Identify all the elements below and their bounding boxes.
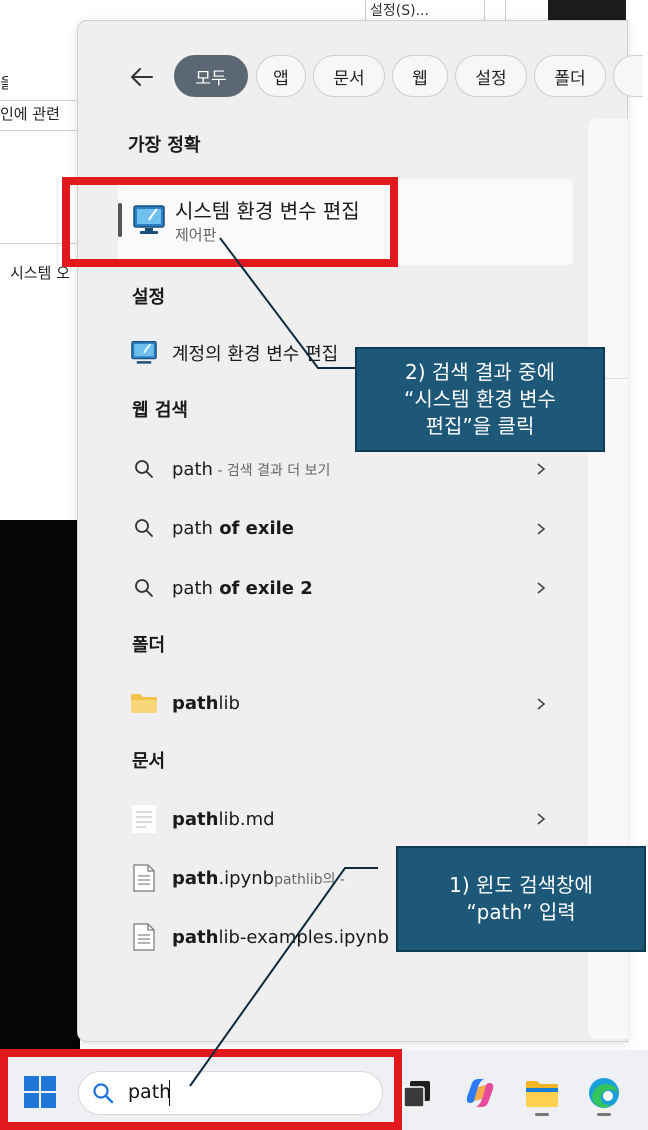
web-result-bold: of exile: [212, 517, 295, 539]
document-result-rest: lib-examples.ipynb: [218, 926, 389, 948]
folder-result-rest: lib: [218, 692, 240, 714]
folder-result-row[interactable]: pathlib: [128, 683, 558, 723]
background-text-fragment: 을: [0, 74, 8, 92]
chevron-right-icon[interactable]: [534, 812, 548, 826]
best-match-heading: 가장 정확: [128, 135, 201, 156]
annotation-step-1: 1) 윈도 검색창에 “path” 입력: [396, 846, 646, 952]
web-result-term: path: [172, 458, 213, 480]
search-icon: [128, 453, 160, 485]
copilot-icon[interactable]: [460, 1073, 500, 1113]
web-result-row[interactable]: path of exile: [128, 508, 558, 548]
background-text: 인에 관련: [0, 105, 60, 123]
background-dark-area: [0, 520, 80, 1050]
document-result-bold: path: [172, 867, 219, 889]
document-file-icon: [128, 862, 160, 894]
web-result-suffix: - 검색 결과 더 보기: [212, 462, 331, 479]
document-result-bold: path: [172, 926, 219, 948]
search-icon: [128, 572, 160, 604]
web-result-row[interactable]: path - 검색 결과 더 보기: [128, 449, 558, 489]
folders-heading: 폴더: [132, 635, 166, 656]
filter-chip-documents[interactable]: 문서: [313, 55, 385, 97]
filter-chip-settings[interactable]: 설정: [455, 55, 527, 97]
filter-chip-more[interactable]: [613, 55, 643, 97]
highlight-taskbar-search: [0, 1049, 402, 1130]
edge-icon[interactable]: [584, 1073, 624, 1113]
folder-result-bold: path: [172, 692, 219, 714]
chevron-right-icon[interactable]: [534, 522, 548, 536]
filter-chip-web[interactable]: 웹: [392, 55, 448, 97]
background-strip: [505, 0, 546, 22]
document-result-rest: lib.md: [218, 808, 275, 830]
background-divider: [0, 130, 78, 131]
annotation-step-2: 2) 검색 결과 중에 “시스템 환경 변수 편집”을 클릭: [355, 347, 605, 452]
running-indicator: [597, 1113, 611, 1116]
documents-heading: 문서: [132, 751, 166, 772]
highlight-best-match: [62, 177, 398, 267]
running-indicator: [535, 1113, 549, 1116]
document-file-icon: [128, 921, 160, 953]
filter-chip-apps[interactable]: 앱: [256, 55, 306, 97]
web-search-heading: 웹 검색: [132, 400, 188, 421]
filter-chip-folders[interactable]: 폴더: [534, 55, 606, 97]
control-panel-icon: [128, 337, 160, 369]
folder-icon: [128, 687, 160, 719]
document-result-row[interactable]: pathlib.md: [128, 799, 558, 839]
chevron-right-icon[interactable]: [534, 581, 548, 595]
markdown-file-icon: [128, 803, 160, 835]
web-result-bold: of exile 2: [212, 577, 313, 599]
document-result-context: pathlib의 -: [274, 871, 345, 888]
settings-result-label: 계정의 환경 변수 편집: [172, 344, 339, 365]
settings-heading: 설정: [132, 287, 166, 308]
file-explorer-icon[interactable]: [522, 1073, 562, 1113]
web-result-term: path: [172, 577, 213, 599]
background-menu-item: 설정(S)...: [365, 0, 485, 22]
document-result-bold: path: [172, 808, 219, 830]
search-icon: [128, 512, 160, 544]
chevron-right-icon[interactable]: [534, 697, 548, 711]
web-result-term: path: [172, 517, 213, 539]
back-arrow-icon[interactable]: [128, 63, 156, 91]
chevron-right-icon[interactable]: [534, 462, 548, 476]
background-divider: [0, 100, 78, 101]
background-dark-strip: [548, 0, 626, 22]
document-result-rest: .ipynb: [218, 867, 275, 889]
web-result-row[interactable]: path of exile 2: [128, 568, 558, 608]
filter-chip-all[interactable]: 모두: [174, 55, 248, 97]
task-view-icon[interactable]: [398, 1073, 438, 1113]
